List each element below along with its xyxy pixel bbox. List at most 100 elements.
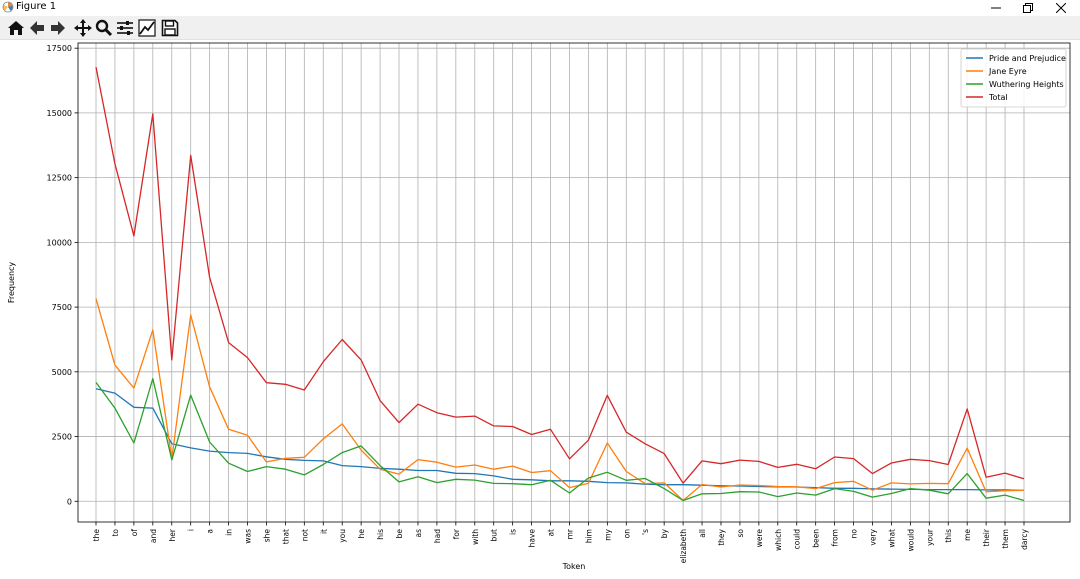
grid: [78, 43, 1070, 522]
x-tick-label: on: [622, 529, 631, 539]
restore-icon: [1023, 3, 1033, 13]
x-tick-label: a: [206, 529, 215, 534]
x-tick-label: been: [812, 529, 821, 548]
x-tick-label: have: [528, 529, 537, 548]
legend-label: Jane Eyre: [988, 67, 1027, 76]
y-tick-label: 0: [67, 497, 72, 506]
back-button[interactable]: [27, 18, 47, 38]
window-title: Figure 1: [16, 1, 57, 12]
x-tick-label: darcy: [1020, 528, 1029, 549]
x-tick-label: not: [300, 529, 309, 541]
y-tick-label: 15000: [47, 109, 72, 118]
x-tick-label: so: [736, 529, 745, 538]
axes-frame: [77, 42, 1071, 523]
x-axis-ticks: the to of and her i a in was she that not it you he his…: [92, 522, 1029, 563]
x-tick-label: it: [319, 529, 328, 534]
x-tick-label: they: [717, 528, 726, 545]
save-icon: [161, 19, 179, 37]
x-tick-label: them: [1001, 529, 1010, 549]
x-tick-label: all: [698, 529, 707, 538]
y-tick-label: 5000: [52, 368, 72, 377]
x-tick-label: was: [244, 529, 253, 544]
x-tick-label: this: [944, 529, 953, 543]
x-tick-label: very: [868, 528, 877, 545]
y-axis-label: Frequency: [7, 262, 16, 304]
x-tick-label: that: [281, 529, 290, 544]
x-axis-label: Token: [562, 562, 586, 571]
subplots-icon: [117, 21, 133, 35]
line-chart: 0 2500 5000 7500 10000 12500 15000 17500 the to o…: [7, 42, 1071, 571]
pan-button[interactable]: [73, 18, 93, 38]
x-tick-label: would: [906, 529, 915, 552]
x-tick-label: is: [509, 529, 518, 535]
figure-canvas[interactable]: 0 2500 5000 7500 10000 12500 15000 17500 the to o…: [0, 40, 1080, 579]
restore-button[interactable]: [1013, 0, 1043, 16]
legend: Pride and Prejudice Jane Eyre Wuthering He…: [960, 48, 1067, 108]
x-tick-label: she: [262, 529, 271, 543]
close-icon: [1056, 3, 1066, 13]
y-tick-label: 10000: [47, 238, 72, 247]
x-tick-label: elizabeth: [679, 529, 688, 564]
y-tick-label: 2500: [52, 433, 72, 442]
x-tick-label: had: [433, 529, 442, 543]
navigation-toolbar: [0, 16, 1080, 40]
x-tick-label: her: [168, 528, 177, 541]
subplots-button[interactable]: [115, 18, 135, 38]
x-tick-label: and: [149, 529, 158, 543]
legend-label: Pride and Prejudice: [989, 54, 1066, 63]
x-tick-label: he: [357, 529, 366, 539]
x-tick-label: what: [887, 529, 896, 547]
x-tick-label: my: [603, 528, 612, 540]
x-tick-label: for: [452, 528, 461, 539]
x-tick-label: but: [490, 529, 499, 542]
x-tick-label: 's: [641, 529, 650, 535]
y-tick-label: 12500: [47, 174, 72, 183]
series-line-pride-and-prejudice: [95, 388, 1025, 492]
title-bar: Figure 1: [0, 0, 1080, 16]
customize-button[interactable]: [137, 18, 157, 38]
series-line-total: [95, 66, 1025, 484]
x-tick-label: could: [793, 529, 802, 550]
x-tick-label: to: [111, 529, 120, 537]
save-button[interactable]: [160, 18, 180, 38]
x-tick-label: his: [376, 529, 385, 540]
zoom-icon: [95, 19, 113, 37]
customize-icon: [138, 19, 156, 37]
y-tick-label: 7500: [52, 303, 72, 312]
x-tick-label: you: [338, 529, 347, 543]
back-arrow-icon: [30, 21, 44, 35]
close-button[interactable]: [1046, 0, 1076, 16]
x-tick-label: were: [755, 529, 764, 548]
x-tick-label: no: [850, 529, 859, 539]
x-tick-label: me: [963, 529, 972, 541]
x-tick-label: as: [414, 529, 423, 538]
forward-button[interactable]: [48, 18, 68, 38]
series-lines: [95, 66, 1025, 502]
zoom-button[interactable]: [94, 18, 114, 38]
x-tick-label: at: [547, 529, 556, 537]
x-tick-label: of: [130, 529, 139, 537]
minimize-button[interactable]: [981, 0, 1011, 16]
x-tick-label: from: [831, 529, 840, 546]
series-line-wuthering-heights: [95, 377, 1025, 502]
x-tick-label: with: [471, 529, 480, 545]
x-tick-label: i: [187, 529, 196, 531]
x-tick-label: by: [660, 528, 669, 538]
home-icon: [8, 21, 24, 35]
x-tick-label: the: [92, 529, 101, 542]
x-tick-label: which: [774, 529, 783, 551]
home-button[interactable]: [6, 18, 26, 38]
x-tick-label: their: [982, 528, 991, 546]
x-tick-label: be: [395, 529, 404, 539]
x-tick-label: in: [225, 529, 234, 536]
legend-label: Total: [988, 93, 1008, 102]
x-tick-label: your: [925, 528, 934, 546]
x-tick-label: mr: [565, 528, 574, 539]
forward-arrow-icon: [51, 21, 65, 35]
x-tick-label: him: [584, 529, 593, 543]
series-line-jane-eyre: [95, 298, 1025, 502]
y-axis-ticks: 0 2500 5000 7500 10000 12500 15000 17500: [47, 44, 78, 506]
pan-icon: [74, 19, 92, 37]
legend-label: Wuthering Heights: [989, 80, 1064, 89]
matplotlib-app-icon: [2, 1, 14, 13]
